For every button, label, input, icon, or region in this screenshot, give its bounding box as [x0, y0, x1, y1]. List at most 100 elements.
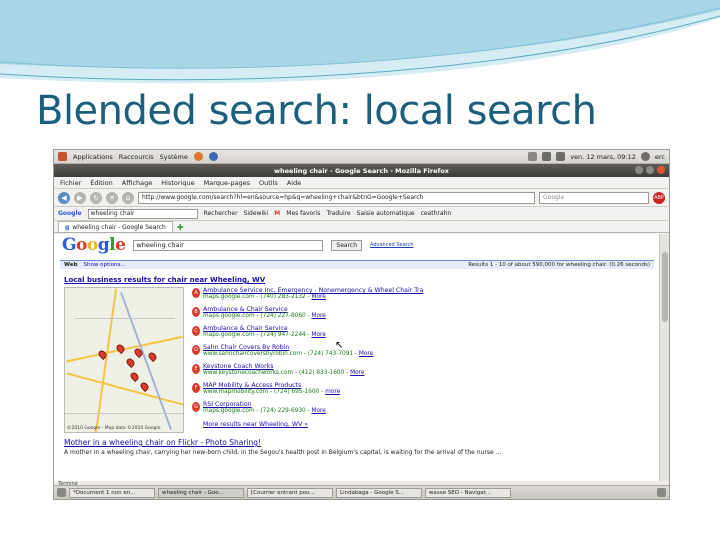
menu-file[interactable]: Fichier [60, 179, 81, 187]
forward-arrow-icon[interactable]: ▶ [74, 191, 86, 204]
mail-icon[interactable] [528, 152, 538, 161]
map-marker-c[interactable] [124, 356, 137, 369]
more-results-link[interactable]: More results near Wheeling, WV » [203, 421, 423, 428]
taskbar-item-seo[interactable]: wasse SEO - Navigat... [425, 487, 511, 498]
slide-title: Blended search: local search [36, 88, 597, 134]
reload-icon[interactable]: ↻ [90, 191, 102, 204]
listing-title[interactable]: Sahn Chair Covers By Robin [203, 344, 373, 351]
back-arrow-icon[interactable]: ◀ [58, 191, 70, 204]
panel-user[interactable]: erc [655, 153, 665, 161]
home-icon[interactable]: ⌂ [122, 191, 134, 204]
tab-wheeling-chair[interactable]: g wheeling chair - Google Search [58, 221, 173, 232]
google-logo[interactable]: Google [62, 235, 126, 255]
menu-history[interactable]: Historique [161, 179, 194, 187]
window-titlebar[interactable]: wheeling chair - Google Search - Mozilla… [54, 164, 669, 177]
panel-menu-applications[interactable]: Applications [73, 153, 113, 161]
marker-pin-icon: F [192, 383, 200, 393]
trash-icon[interactable] [657, 488, 666, 497]
ubuntu-logo-icon [58, 152, 67, 161]
menu-edit[interactable]: Édition [90, 179, 113, 187]
organic-result-snippet: A mother in a wheeling chair, carrying h… [64, 449, 502, 456]
show-desktop-icon[interactable] [57, 488, 66, 497]
panel-menu-places[interactable]: Raccourcis [119, 153, 154, 161]
network-icon[interactable] [542, 152, 552, 161]
url-text: http://www.google.com/search?hl=en&sourc… [142, 194, 424, 201]
listing-title[interactable]: RSI Corporation [203, 401, 326, 408]
listing-more-link[interactable]: More [359, 351, 373, 357]
panel-clock[interactable]: ven. 12 mars, 09:12 [570, 153, 636, 161]
google-toolbar: Google wheeling chair Rechercher Sidewik… [54, 207, 669, 221]
firefox-launcher-icon[interactable] [193, 152, 203, 161]
menu-view[interactable]: Affichage [122, 179, 153, 187]
toolbar-search-button[interactable]: Rechercher [204, 210, 238, 217]
minimize-button[interactable] [635, 166, 643, 174]
listing-more-link[interactable]: More [312, 408, 326, 414]
menu-tools[interactable]: Outils [259, 179, 278, 187]
map-marker-e[interactable] [128, 370, 141, 383]
listing-url: maps.google.com - (724) 229-6930 - [203, 408, 310, 414]
google-toolbar-logo[interactable]: Google [58, 210, 82, 217]
url-bar[interactable]: http://www.google.com/search?hl=en&sourc… [138, 191, 535, 204]
browser-search-field[interactable]: Google [539, 191, 649, 204]
help-launcher-icon[interactable] [208, 152, 218, 161]
menu-bookmarks[interactable]: Marque-pages [204, 179, 250, 187]
page-scrollbar[interactable] [659, 234, 669, 481]
google-toolbar-search-input[interactable]: wheeling chair [87, 208, 198, 219]
taskbar-item-google[interactable]: Lindabaga - Google S... [336, 487, 422, 498]
abp-icon[interactable]: ABP [653, 191, 665, 204]
listing-more-link[interactable]: More [312, 313, 326, 319]
scrollbar-thumb[interactable] [662, 252, 668, 322]
map-marker-b[interactable] [114, 342, 127, 355]
advanced-search-link[interactable]: Advanced Search [370, 242, 413, 248]
toolbar-translate-button[interactable]: Traduire [326, 210, 350, 217]
google-favicon-icon: g [65, 223, 70, 231]
listing-title[interactable]: Ambulance Service Inc, Emergency - Nonem… [203, 287, 423, 294]
map-marker-f[interactable] [146, 350, 159, 363]
listing-title[interactable]: Ambulance & Chair Service [203, 306, 326, 313]
toolbar-sidewiki-button[interactable]: Sidewiki [244, 210, 269, 217]
new-tab-icon[interactable]: ✚ [177, 223, 184, 232]
list-item: C Ambulance & Chair Service maps.google.… [192, 325, 423, 344]
show-options-link[interactable]: Show options... [84, 262, 126, 268]
power-icon[interactable] [640, 152, 650, 161]
list-item: A Ambulance Service Inc, Emergency - Non… [192, 287, 423, 306]
organic-result-title[interactable]: Mother in a wheeling chair on Flickr - P… [64, 438, 660, 447]
local-map[interactable]: ©2010 Google - Map data ©2010 Google [64, 287, 184, 433]
toolbar-bookmarks-button[interactable]: Mes favoris [286, 210, 320, 217]
listing-more-link[interactable]: More [350, 370, 364, 376]
listing-title[interactable]: MAP Mobility & Access Products [203, 382, 340, 389]
panel-menu-system[interactable]: Système [160, 153, 188, 161]
menu-help[interactable]: Aide [287, 179, 301, 187]
slide-header-swoosh [0, 0, 720, 84]
maximize-button[interactable] [646, 166, 654, 174]
map-marker-g[interactable] [138, 380, 151, 393]
local-results-heading[interactable]: Local business results for chair near Wh… [64, 276, 660, 284]
volume-icon[interactable] [556, 152, 566, 161]
toolbar-autofill-button[interactable]: Saisie automatique [357, 210, 415, 217]
close-button[interactable] [657, 166, 665, 174]
listing-url: maps.google.com - (740) 283-2132 - [203, 294, 310, 300]
taskbar-item-mail[interactable]: [Courrier entrant pou... [247, 487, 333, 498]
gnome-top-panel: Applications Raccourcis Système ven. 12 … [54, 150, 669, 164]
gmail-icon[interactable]: M [274, 210, 280, 217]
results-bar-web[interactable]: Web [64, 262, 78, 268]
results-count: Results 1 - 10 of about 590,000 for whee… [468, 262, 650, 268]
listing-title[interactable]: Keystone Coach Works [203, 363, 364, 370]
google-results-page: Google wheeling chair Search Advanced Se… [54, 234, 660, 481]
listing-url: www.keystonecoachworks.com - (412) 833-1… [203, 370, 349, 376]
google-search-input[interactable]: wheeling chair [133, 239, 324, 251]
list-item: F MAP Mobility & Access Products www.map… [192, 382, 423, 401]
google-search-button[interactable]: Search [331, 239, 363, 251]
tab-strip: g wheeling chair - Google Search ✚ [54, 221, 669, 233]
google-toolbar-query: wheeling chair [90, 210, 135, 217]
listing-more-link[interactable]: More [312, 332, 326, 338]
stop-icon[interactable]: ✕ [106, 191, 118, 204]
listing-title[interactable]: Ambulance & Chair Service [203, 325, 326, 332]
window-title: wheeling chair - Google Search - Mozilla… [274, 166, 449, 175]
toolbar-account-button[interactable]: ceathrahn [421, 210, 452, 217]
taskbar-item-firefox[interactable]: wheeling chair - Goo... [158, 487, 244, 498]
taskbar-item-document[interactable]: *Document 1 non en... [69, 487, 155, 498]
results-bar: Web Show options... Results 1 - 10 of ab… [60, 260, 654, 269]
listing-more-link[interactable]: More [312, 294, 326, 300]
listing-more-link[interactable]: more [325, 389, 340, 395]
